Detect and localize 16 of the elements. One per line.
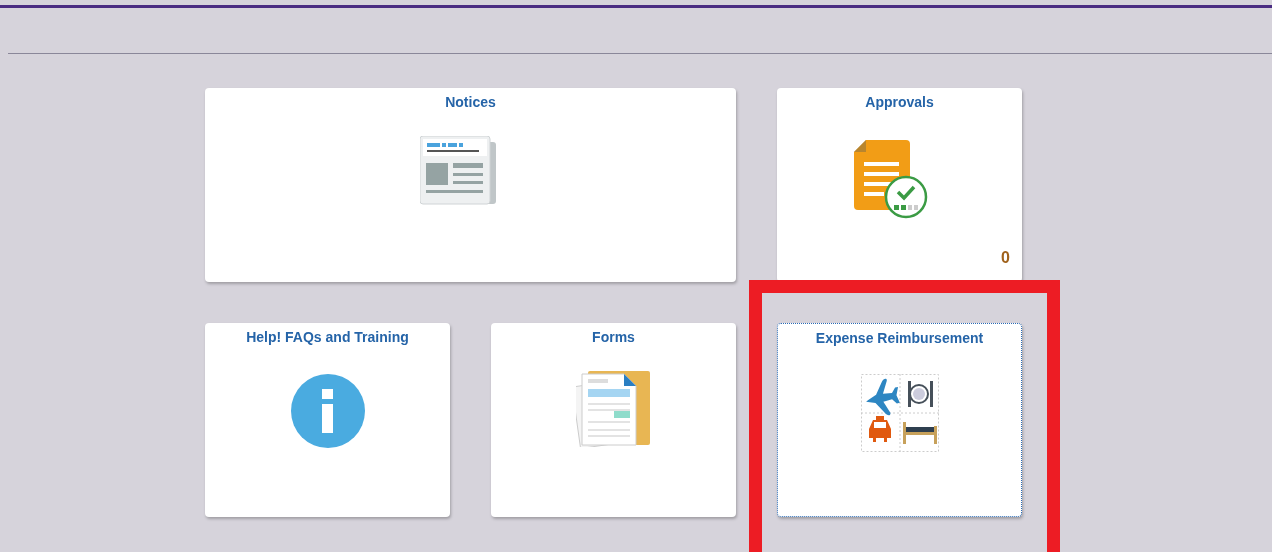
tile[interactable]: Notices xyxy=(205,88,736,282)
tile-title: Forms xyxy=(592,329,635,345)
tile-title: Approvals xyxy=(865,94,934,110)
tile-title: Help! FAQs and Training xyxy=(246,329,409,345)
tile[interactable]: Expense Reimbursement xyxy=(777,323,1022,517)
count-label: 0 xyxy=(1001,249,1010,267)
travel-expense-icon xyxy=(860,374,939,452)
tile[interactable]: Forms xyxy=(491,323,736,517)
tile[interactable]: Approvals 0 xyxy=(777,88,1022,282)
tile[interactable]: Help! FAQs and Training xyxy=(205,323,450,517)
approval-document-icon xyxy=(853,140,930,220)
tile-title: Expense Reimbursement xyxy=(815,330,984,346)
newspaper-icon xyxy=(419,136,498,206)
info-icon xyxy=(289,373,366,449)
documents-icon xyxy=(575,371,652,447)
tile-title: Notices xyxy=(445,94,496,110)
